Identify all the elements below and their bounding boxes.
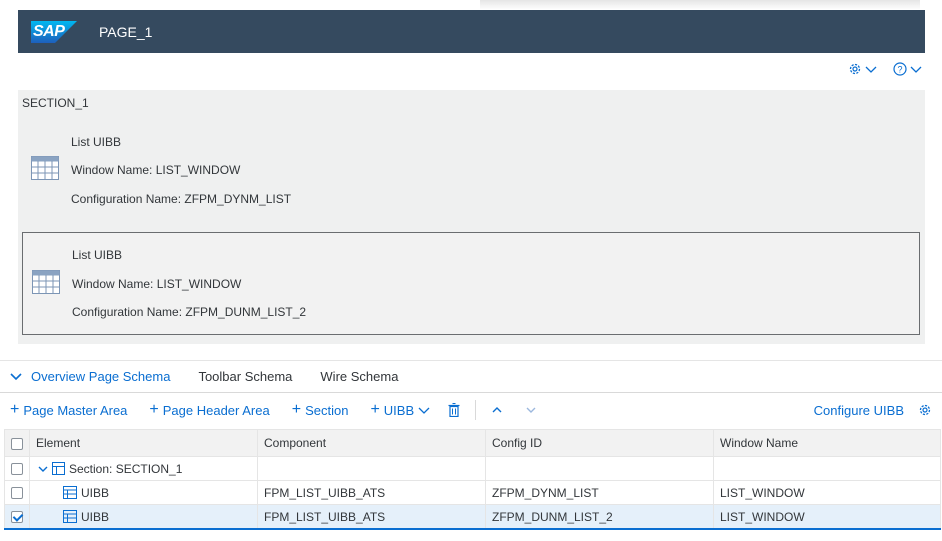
table-header-row: Element Component Config ID Window Name bbox=[4, 429, 941, 457]
schema-toolbar: + Page Master Area + Page Header Area + … bbox=[0, 398, 942, 422]
component-cell: FPM_LIST_UIBB_ATS bbox=[257, 504, 486, 530]
trash-icon bbox=[448, 403, 460, 417]
table-row[interactable]: UIBB FPM_LIST_UIBB_ATS ZFPM_DYNM_LIST LI… bbox=[4, 480, 941, 505]
collapse-chevron-icon[interactable] bbox=[10, 372, 22, 382]
tab-overview-page-schema[interactable]: Overview Page Schema bbox=[22, 361, 180, 392]
uibb-preview-2[interactable]: List UIBB Window Name: LIST_WINDOW Confi… bbox=[22, 232, 920, 335]
table-icon bbox=[32, 270, 60, 294]
chevron-down-icon bbox=[526, 407, 536, 413]
plus-icon: + bbox=[10, 401, 20, 418]
uibb-list-icon bbox=[63, 486, 77, 499]
section-layout-icon bbox=[52, 462, 65, 475]
column-header-window-name[interactable]: Window Name bbox=[713, 429, 941, 457]
add-page-header-area-label: Page Header Area bbox=[162, 402, 270, 418]
component-cell bbox=[257, 456, 486, 481]
shell-bar: SAP PAGE_1 bbox=[18, 10, 925, 53]
sap-logo-text: SAP bbox=[33, 22, 65, 40]
section-preview: SECTION_1 List UIBB Window Name: LIST_WI… bbox=[18, 90, 925, 344]
window-name-cell: LIST_WINDOW bbox=[713, 504, 941, 530]
config-id-cell: ZFPM_DUNM_LIST_2 bbox=[485, 504, 714, 530]
table-row[interactable]: Section: SECTION_1 bbox=[4, 456, 941, 481]
page-title: PAGE_1 bbox=[99, 23, 153, 40]
add-page-master-area-button[interactable]: + Page Master Area bbox=[10, 401, 127, 419]
schema-tabs: Overview Page Schema Toolbar Schema Wire… bbox=[0, 360, 942, 393]
chevron-down-icon bbox=[865, 66, 877, 73]
table-icon bbox=[31, 156, 59, 180]
schema-table: Element Component Config ID Window Name … bbox=[4, 429, 941, 530]
chevron-down-icon[interactable] bbox=[38, 465, 48, 473]
configure-uibb-button[interactable]: Configure UIBB bbox=[814, 403, 904, 418]
add-page-master-area-label: Page Master Area bbox=[23, 402, 128, 418]
help-icon: ? bbox=[893, 62, 907, 76]
select-all-cell bbox=[4, 429, 30, 457]
window-name-cell: LIST_WINDOW bbox=[713, 480, 941, 505]
uibb-config-name: Configuration Name: ZFPM_DUNM_LIST_2 bbox=[72, 305, 307, 319]
element-name: Section: SECTION_1 bbox=[69, 461, 183, 476]
config-id-cell: ZFPM_DYNM_LIST bbox=[485, 480, 714, 505]
plus-icon: + bbox=[370, 401, 380, 418]
column-header-component[interactable]: Component bbox=[257, 429, 486, 457]
element-name: UIBB bbox=[81, 485, 110, 500]
plus-icon: + bbox=[149, 401, 159, 418]
move-up-button[interactable] bbox=[491, 405, 503, 415]
uibb-window-name: Window Name: LIST_WINDOW bbox=[71, 163, 241, 177]
add-section-button[interactable]: + Section bbox=[292, 401, 349, 419]
shell-shadow bbox=[480, 0, 920, 10]
add-section-label: Section bbox=[305, 402, 349, 418]
chevron-down-icon bbox=[418, 407, 430, 414]
gear-icon bbox=[849, 63, 861, 75]
row-checkbox[interactable] bbox=[11, 463, 23, 476]
plus-icon: + bbox=[291, 401, 302, 418]
uibb-window-name: Window Name: LIST_WINDOW bbox=[72, 277, 242, 291]
uibb-type-label: List UIBB bbox=[71, 135, 122, 149]
table-settings-button[interactable] bbox=[918, 403, 932, 417]
column-header-config-id[interactable]: Config ID bbox=[485, 429, 714, 457]
component-cell: FPM_LIST_UIBB_ATS bbox=[257, 480, 486, 505]
page-options: ? bbox=[848, 62, 922, 76]
uibb-type-label: List UIBB bbox=[72, 248, 123, 262]
delete-button[interactable] bbox=[448, 403, 460, 417]
configure-uibb-label: Configure UIBB bbox=[813, 402, 904, 418]
move-down-button[interactable] bbox=[525, 405, 537, 415]
gear-icon bbox=[919, 404, 931, 416]
add-page-header-area-button[interactable]: + Page Header Area bbox=[149, 401, 269, 419]
chevron-down-icon bbox=[910, 66, 922, 73]
sap-logo[interactable]: SAP bbox=[31, 20, 77, 43]
element-name: UIBB bbox=[81, 509, 110, 524]
select-all-checkbox[interactable] bbox=[11, 437, 23, 450]
uibb-list-icon bbox=[63, 510, 77, 523]
chevron-up-icon bbox=[492, 407, 502, 413]
row-checkbox[interactable] bbox=[11, 511, 23, 524]
config-id-cell bbox=[485, 456, 714, 481]
add-uibb-label: UIBB bbox=[383, 402, 415, 418]
tab-wire-schema[interactable]: Wire Schema bbox=[302, 361, 408, 392]
tab-toolbar-schema[interactable]: Toolbar Schema bbox=[180, 361, 302, 392]
table-row[interactable]: UIBB FPM_LIST_UIBB_ATS ZFPM_DUNM_LIST_2 … bbox=[4, 504, 941, 530]
svg-text:?: ? bbox=[897, 65, 902, 75]
settings-menu-button[interactable] bbox=[848, 62, 877, 76]
section-title: SECTION_1 bbox=[22, 96, 89, 110]
uibb-preview-1[interactable]: List UIBB Window Name: LIST_WINDOW Confi… bbox=[22, 126, 920, 226]
row-checkbox[interactable] bbox=[11, 487, 23, 500]
help-menu-button[interactable]: ? bbox=[893, 62, 922, 76]
column-header-element[interactable]: Element bbox=[29, 429, 258, 457]
toolbar-separator bbox=[475, 400, 477, 420]
uibb-config-name: Configuration Name: ZFPM_DYNM_LIST bbox=[71, 192, 292, 206]
add-uibb-button[interactable]: + UIBB bbox=[370, 401, 430, 419]
window-name-cell bbox=[713, 456, 941, 481]
